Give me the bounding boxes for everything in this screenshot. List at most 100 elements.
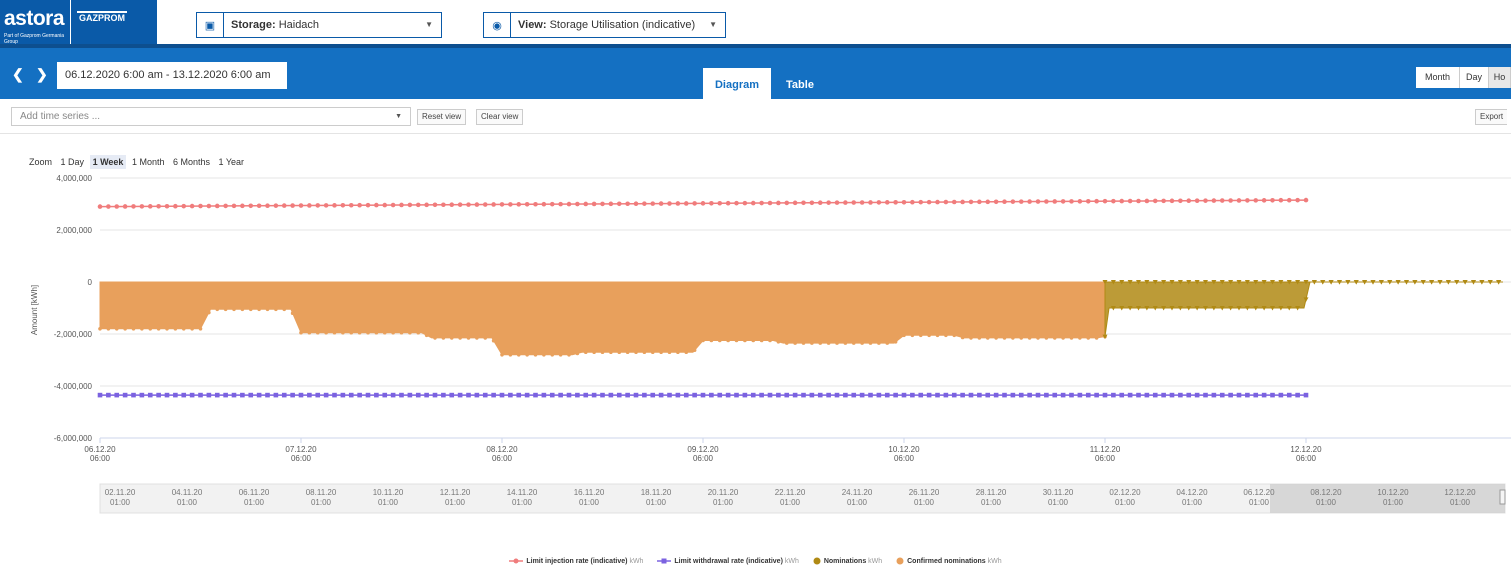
- confirmed-nominations-point: [818, 341, 823, 345]
- legend-item-nominations[interactable]: Nominations kWh: [813, 557, 882, 565]
- confirmed-nominations-point: [776, 340, 781, 344]
- confirmed-nominations-point: [977, 336, 982, 340]
- limit-withdrawal-point: [1060, 392, 1066, 398]
- limit-injection-point: [1303, 197, 1309, 203]
- tab-diagram[interactable]: Diagram: [703, 68, 771, 103]
- limit-injection-point: [374, 202, 379, 208]
- limit-injection-point: [1136, 198, 1141, 204]
- limit-withdrawal-point: [156, 392, 161, 398]
- navigator-tick-label: 01:00: [981, 498, 1002, 507]
- y-tick-label: -4,000,000: [54, 382, 93, 391]
- navigator-handle[interactable]: [1499, 489, 1506, 505]
- chevron-right-icon[interactable]: ❯: [36, 66, 48, 83]
- zoom-6-months[interactable]: 6 Months: [170, 155, 213, 169]
- period-month-button[interactable]: Month: [1416, 67, 1460, 88]
- storage-select[interactable]: ▣ Storage: Haidach ▼: [196, 12, 442, 38]
- view-select[interactable]: ◉ View: Storage Utilisation (indicative)…: [483, 12, 726, 38]
- limit-injection-point: [214, 203, 220, 209]
- limit-injection-point: [432, 202, 438, 208]
- zoom-1-month[interactable]: 1 Month: [129, 155, 168, 169]
- limit-injection-point: [859, 200, 865, 205]
- confirmed-nominations-point: [1011, 336, 1015, 340]
- chevron-down-icon: ▼: [425, 20, 433, 29]
- limit-withdrawal-point: [993, 392, 999, 398]
- limit-withdrawal-point: [424, 392, 429, 398]
- limit-injection-point: [97, 204, 103, 209]
- limit-injection-point: [951, 199, 957, 205]
- zoom-1-day[interactable]: 1 Day: [58, 155, 88, 169]
- limit-injection-point: [541, 201, 547, 207]
- confirmed-nominations-point: [692, 348, 697, 353]
- limit-injection-point: [248, 203, 254, 209]
- navigator-tick-label: 10.11.20: [373, 488, 404, 497]
- period-day-button[interactable]: Day: [1460, 67, 1489, 88]
- limit-injection-point: [340, 202, 346, 208]
- confirmed-nominations-point: [366, 330, 370, 335]
- astora-logo[interactable]: astora Part of Gazprom Germania Group: [0, 0, 70, 46]
- confirmed-nominations-point: [944, 333, 948, 338]
- legend-item-confirmed[interactable]: Confirmed nominations kWh: [896, 557, 1002, 565]
- confirmed-nominations-point: [466, 336, 471, 340]
- period-hour-button[interactable]: Ho: [1489, 67, 1511, 88]
- limit-injection-point: [667, 201, 672, 206]
- y-tick-label: -6,000,000: [54, 434, 93, 443]
- confirmed-nominations-point: [860, 341, 864, 345]
- confirmed-nominations-area: [99, 281, 1106, 356]
- limit-withdrawal-point: [198, 392, 203, 398]
- limit-injection-point: [1253, 198, 1259, 203]
- limit-withdrawal-point: [181, 392, 187, 398]
- limit-injection-point: [508, 202, 513, 207]
- limit-withdrawal-point: [985, 392, 991, 398]
- limit-withdrawal-point: [826, 392, 831, 398]
- limit-withdrawal-point: [583, 392, 589, 398]
- x-tick-label: 06:00: [1095, 454, 1116, 463]
- limit-withdrawal-point: [240, 392, 245, 398]
- limit-withdrawal-point: [407, 392, 413, 398]
- confirmed-nominations-point: [1036, 336, 1040, 340]
- tab-table[interactable]: Table: [785, 68, 815, 103]
- limit-withdrawal-point: [1236, 392, 1242, 398]
- limit-injection-point: [189, 203, 195, 209]
- limit-injection-point: [566, 201, 572, 207]
- limit-withdrawal-point: [734, 392, 739, 398]
- confirmed-nominations-point: [240, 307, 245, 312]
- legend-label-confirmed: Confirmed nominations: [907, 557, 986, 565]
- reset-view-button[interactable]: Reset view: [417, 109, 467, 125]
- y-axis: 4,000,000 2,000,000 0 -2,000,000 -4,000,000 -…: [54, 174, 93, 443]
- navigator-tick-label: 30.11.20: [1043, 488, 1074, 497]
- confirmed-nominations-point: [801, 341, 806, 345]
- limit-injection-point: [792, 200, 798, 206]
- limit-withdrawal-point: [1161, 392, 1166, 398]
- navigator-tick-label: 28.11.20: [976, 488, 1007, 497]
- confirmed-nominations-point: [617, 350, 622, 354]
- limit-withdrawal-point: [1278, 392, 1284, 398]
- confirmed-nominations-point: [1094, 336, 1099, 340]
- export-button[interactable]: Export: [1475, 109, 1508, 125]
- limit-injection-point: [332, 203, 337, 208]
- limit-injection-point: [348, 202, 354, 208]
- add-time-series-input[interactable]: Add time series ... ▼: [11, 107, 411, 126]
- clear-view-button[interactable]: Clear view: [476, 109, 524, 125]
- limit-injection-point: [851, 200, 857, 205]
- limit-withdrawal-point: [449, 392, 455, 398]
- date-range-field[interactable]: 06.12.2020 6:00 am - 13.12.2020 6:00 am: [57, 62, 287, 89]
- limit-injection-point: [1094, 198, 1099, 204]
- confirmed-nominations-point: [324, 330, 328, 335]
- confirmed-nominations-point: [483, 336, 488, 340]
- limit-withdrawal-point: [1203, 392, 1208, 398]
- limit-injection-point: [315, 203, 321, 208]
- limit-injection-point: [1211, 198, 1217, 203]
- legend-item-withdrawal[interactable]: Limit withdrawal rate (indicative) kWh: [657, 558, 799, 565]
- limit-injection-point: [700, 201, 706, 206]
- limit-injection-point: [524, 201, 530, 207]
- limit-injection-point: [633, 201, 639, 207]
- limit-withdrawal-point: [457, 392, 463, 398]
- confirmed-nominations-point: [910, 333, 915, 338]
- legend-item-injection[interactable]: Limit injection rate (indicative) kWh: [509, 558, 643, 565]
- limit-withdrawal-point: [332, 392, 337, 398]
- confirmed-nominations-point: [391, 330, 395, 335]
- navigator-tick-label: 01:00: [445, 498, 466, 507]
- zoom-1-week[interactable]: 1 Week: [89, 155, 127, 169]
- zoom-1-year[interactable]: 1 Year: [216, 155, 248, 169]
- chevron-left-icon[interactable]: ❮: [12, 66, 24, 83]
